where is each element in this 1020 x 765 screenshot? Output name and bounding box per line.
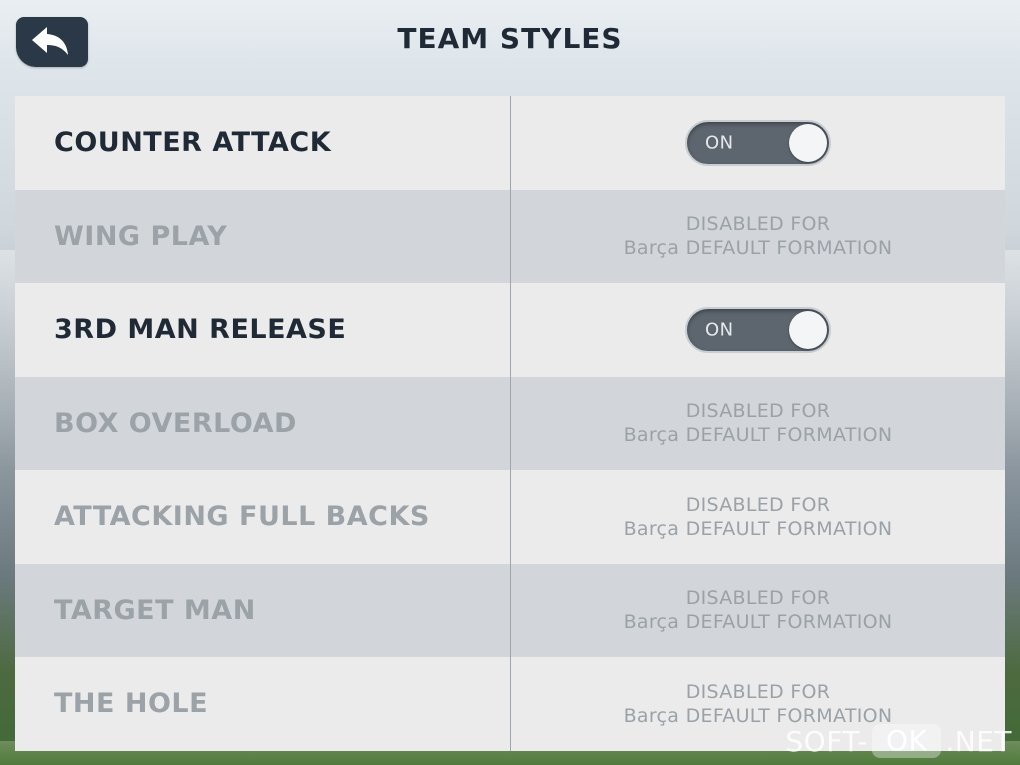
style-row: 3RD MAN RELEASE ON [15,283,1005,377]
stadium-light-right [1004,250,1020,470]
disabled-reason-line2: Barça DEFAULT FORMATION [623,517,893,540]
disabled-reason-line2: Barça DEFAULT FORMATION [623,237,893,260]
style-row-value: ON [510,283,1005,377]
watermark-part3: .NET [945,724,1012,758]
disabled-reason-line2: Barça DEFAULT FORMATION [623,424,893,447]
watermark-logo: SOFT- OK .NET [785,723,1012,759]
toggle-knob[interactable] [789,310,827,349]
style-row: ATTACKING FULL BACKS DISABLED FOR Barça DE… [15,470,1005,564]
disabled-reason-line2: Barça DEFAULT FORMATION [623,611,893,634]
disabled-reason-line1: DISABLED FOR [685,587,831,610]
toggle-on-label: ON [705,132,734,154]
style-row: TARGET MAN DISABLED FOR Barça DEFAULT FORM… [15,563,1005,657]
disabled-reason-line1: DISABLED FOR [685,213,831,236]
style-row-label: 3RD MAN RELEASE [54,314,347,346]
style-row-label: TARGET MAN [54,594,256,626]
style-row-value: DISABLED FOR Barça DEFAULT FORMATION [510,563,1005,657]
toggle-on-label: ON [705,319,734,341]
style-row: WING PLAY DISABLED FOR Barça DEFAULT FORMA… [15,189,1005,283]
style-row-label: ATTACKING FULL BACKS [54,501,430,533]
style-row-value: DISABLED FOR Barça DEFAULT FORMATION [510,376,1005,470]
page-title: TEAM STYLES [397,22,623,55]
style-row-label: WING PLAY [54,220,228,252]
disabled-reason-line1: DISABLED FOR [685,493,831,516]
disabled-reason-line1: DISABLED FOR [685,400,831,423]
style-row-label: THE HOLE [54,688,209,720]
disabled-reason-line1: DISABLED FOR [685,680,831,703]
style-row-label: BOX OVERLOAD [54,407,297,439]
style-toggle[interactable]: ON [685,306,831,353]
style-row-value: DISABLED FOR Barça DEFAULT FORMATION [510,470,1005,564]
toggle-knob[interactable] [789,123,827,162]
style-row-value: DISABLED FOR Barça DEFAULT FORMATION [510,189,1005,283]
header-bar: TEAM STYLES [0,0,1020,86]
watermark-part2: OK [871,724,942,758]
style-row: COUNTER ATTACK ON [15,96,1005,190]
watermark-part1: SOFT- [785,724,868,758]
style-row-value: ON [510,96,1005,190]
team-styles-table: COUNTER ATTACK ON WING PLAY DISABLED FOR Bar… [15,96,1005,751]
style-toggle[interactable]: ON [685,119,831,166]
style-row-label: COUNTER ATTACK [54,127,332,159]
stadium-light-left [0,250,16,470]
style-row: BOX OVERLOAD DISABLED FOR Barça DEFAULT FO… [15,376,1005,470]
